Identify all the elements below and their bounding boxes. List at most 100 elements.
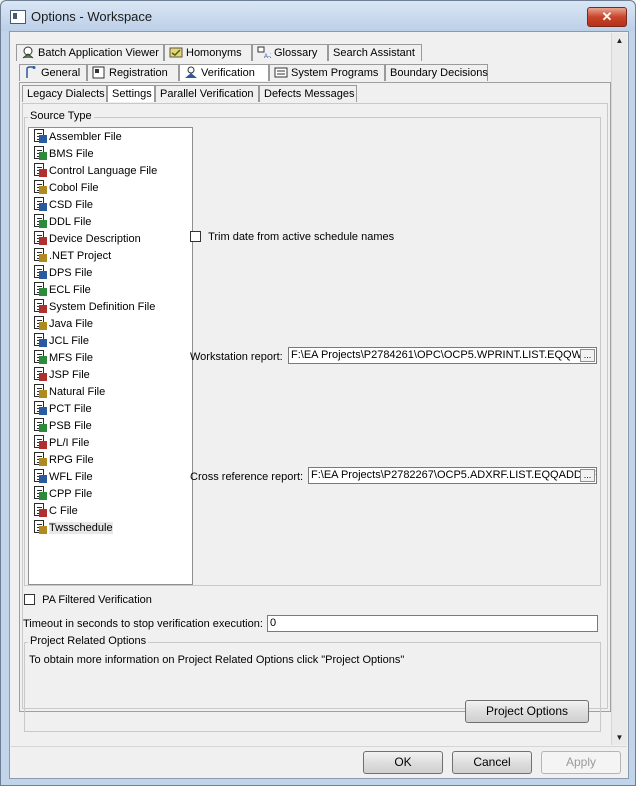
tab-homonyms[interactable]: Homonyms — [164, 44, 252, 61]
list-item[interactable]: Cobol File — [30, 180, 191, 197]
trim-date-checkbox[interactable] — [190, 231, 201, 242]
list-item[interactable]: WFL File — [30, 469, 191, 486]
source-file-icon — [33, 129, 47, 143]
project-options-button[interactable]: Project Options — [465, 700, 589, 723]
list-item-label: PSB File — [49, 420, 92, 432]
list-item[interactable]: RPG File — [30, 452, 191, 469]
vertical-scrollbar[interactable]: ▲ ▼ — [611, 33, 627, 745]
timeout-label: Timeout in seconds to stop verification … — [23, 618, 263, 630]
cancel-button[interactable]: Cancel — [452, 751, 532, 774]
settings-page: Source Type Assembler File BMS File Contro… — [22, 103, 608, 732]
button-bar: OK Cancel Apply — [11, 746, 627, 778]
source-file-icon — [33, 452, 47, 466]
close-button[interactable]: ✕ — [587, 7, 627, 27]
tab-boundary-decisions[interactable]: Boundary Decisions — [385, 64, 488, 81]
timeout-field[interactable]: 0 — [267, 615, 598, 632]
source-file-icon — [33, 163, 47, 177]
list-item[interactable]: System Definition File — [30, 299, 191, 316]
tab-glossary[interactable]: A-ZGlossary — [252, 44, 328, 61]
homonyms-icon — [169, 47, 183, 58]
tab-general[interactable]: General — [19, 64, 87, 81]
list-item[interactable]: C File — [30, 503, 191, 520]
svg-text:A-Z: A-Z — [264, 54, 271, 59]
tab-defects-messages[interactable]: Defects Messages — [259, 85, 357, 102]
list-item[interactable]: Device Description — [30, 231, 191, 248]
pa-filtered-option[interactable]: PA Filtered Verification — [24, 594, 152, 606]
tab-system-programs[interactable]: System Programs — [269, 64, 385, 81]
file-type-badge — [39, 407, 47, 415]
list-item-label: BMS File — [49, 148, 94, 160]
list-item[interactable]: JCL File — [30, 333, 191, 350]
title-bar[interactable]: Options - Workspace ✕ — [1, 1, 635, 31]
list-item[interactable]: DPS File — [30, 265, 191, 282]
source-file-icon — [33, 231, 47, 245]
list-item-label: Java File — [49, 318, 94, 330]
list-item[interactable]: CSD File — [30, 197, 191, 214]
tab-registration[interactable]: Registration — [87, 64, 179, 81]
source-file-icon — [33, 214, 47, 228]
file-type-badge — [39, 288, 47, 296]
list-item[interactable]: CPP File — [30, 486, 191, 503]
source-type-list[interactable]: Assembler File BMS File Control Language F… — [28, 127, 193, 585]
cross-reference-report-value: F:\EA Projects\P2782267\OCP5.ADXRF.LIST.… — [311, 469, 596, 481]
list-item[interactable]: DDL File — [30, 214, 191, 231]
ok-button[interactable]: OK — [363, 751, 443, 774]
list-item-label: Device Description — [49, 233, 141, 245]
tab-row-1: Batch Application Viewer Homonyms A-ZGlo… — [16, 44, 616, 63]
file-type-badge — [39, 203, 47, 211]
list-item-label: JSP File — [49, 369, 90, 381]
scroll-down-arrow-icon[interactable]: ▼ — [612, 730, 627, 745]
list-item-label: PCT File — [49, 403, 92, 415]
file-type-badge — [39, 254, 47, 262]
workstation-report-browse-button[interactable]: ... — [580, 349, 595, 362]
list-item[interactable]: PCT File — [30, 401, 191, 418]
apply-button[interactable]: Apply — [541, 751, 621, 774]
list-item-label: DPS File — [49, 267, 93, 279]
file-type-badge — [39, 509, 47, 517]
workstation-report-field[interactable]: F:\EA Projects\P2784261\OPC\OCP5.WPRINT.… — [288, 347, 597, 364]
tab-legacy-dialects[interactable]: Legacy Dialects — [22, 85, 107, 102]
list-item-label: ECL File — [49, 284, 91, 296]
list-item[interactable]: PL/I File — [30, 435, 191, 452]
workstation-report-value: F:\EA Projects\P2784261\OPC\OCP5.WPRINT.… — [291, 349, 590, 361]
source-file-icon — [33, 299, 47, 313]
trim-date-label: Trim date from active schedule names — [208, 231, 395, 243]
list-item-label: Natural File — [49, 386, 106, 398]
list-item[interactable]: JSP File — [30, 367, 191, 384]
timeout-value: 0 — [270, 617, 277, 629]
list-item[interactable]: Assembler File — [30, 129, 191, 146]
file-type-badge — [39, 373, 47, 381]
list-item-label: PL/I File — [49, 437, 90, 449]
pa-filtered-checkbox[interactable] — [24, 594, 35, 605]
list-item-label: CPP File — [49, 488, 93, 500]
scroll-up-arrow-icon[interactable]: ▲ — [612, 33, 627, 48]
list-item[interactable]: BMS File — [30, 146, 191, 163]
list-item[interactable]: Twsschedule — [30, 520, 191, 537]
list-item[interactable]: PSB File — [30, 418, 191, 435]
tab-search-assistant[interactable]: Search Assistant — [328, 44, 422, 61]
file-type-badge — [39, 526, 47, 534]
list-item-label: Control Language File — [49, 165, 158, 177]
list-item-label: .NET Project — [49, 250, 112, 262]
tab-verification[interactable]: Verification — [179, 64, 269, 81]
cross-reference-report-browse-button[interactable]: ... — [580, 469, 595, 482]
list-item[interactable]: Natural File — [30, 384, 191, 401]
list-item[interactable]: .NET Project — [30, 248, 191, 265]
file-type-badge — [39, 390, 47, 398]
list-item-label: System Definition File — [49, 301, 156, 313]
tab-settings[interactable]: Settings — [107, 85, 155, 102]
list-item[interactable]: MFS File — [30, 350, 191, 367]
list-item[interactable]: Control Language File — [30, 163, 191, 180]
tab-batch-application-viewer[interactable]: Batch Application Viewer — [16, 44, 164, 61]
trim-date-option[interactable]: Trim date from active schedule names — [190, 231, 394, 243]
source-file-icon — [33, 316, 47, 330]
source-file-icon — [33, 503, 47, 517]
list-item-label: Cobol File — [49, 182, 99, 194]
cross-reference-report-field[interactable]: F:\EA Projects\P2782267\OCP5.ADXRF.LIST.… — [308, 467, 597, 484]
registration-icon — [92, 66, 105, 79]
file-type-badge — [39, 356, 47, 364]
tab-parallel-verification[interactable]: Parallel Verification — [155, 85, 259, 102]
source-file-icon — [33, 248, 47, 262]
list-item[interactable]: Java File — [30, 316, 191, 333]
list-item[interactable]: ECL File — [30, 282, 191, 299]
